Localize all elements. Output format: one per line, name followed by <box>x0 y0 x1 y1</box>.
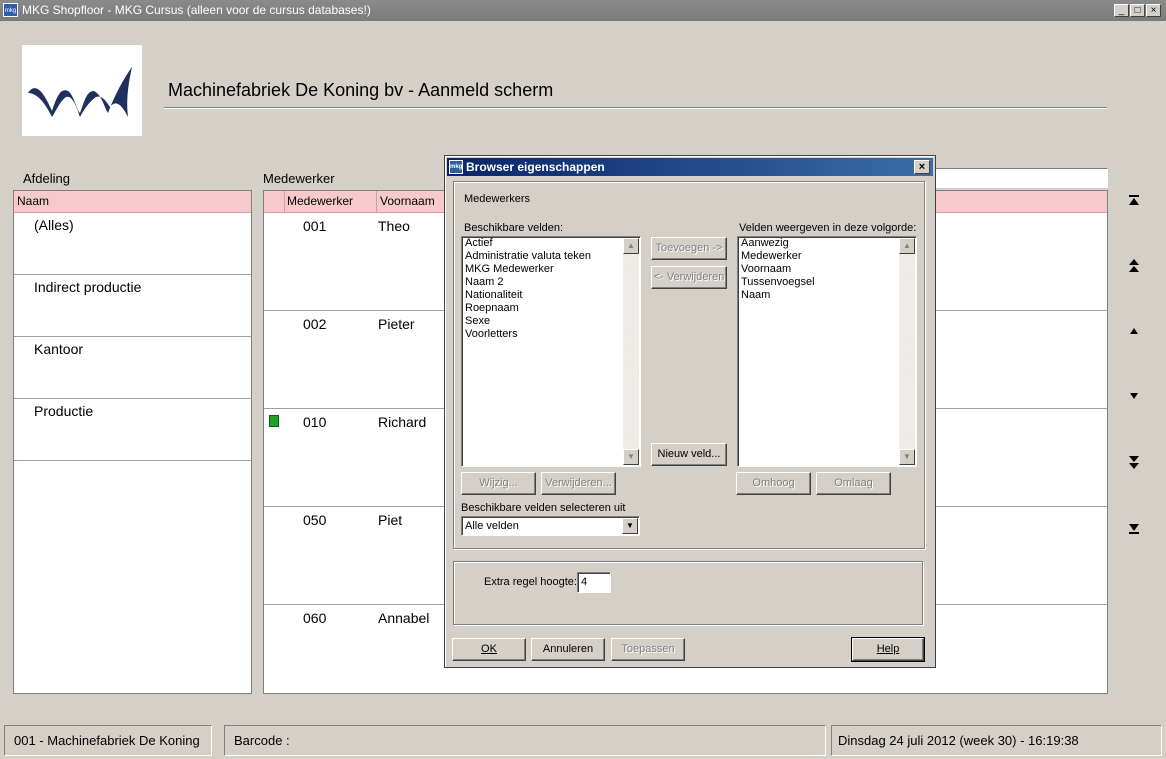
delete-field-button[interactable]: Verwijderen... <box>541 472 616 495</box>
remove-field-button[interactable]: <- Verwijderen <box>651 266 727 289</box>
select-value: Alle velden <box>465 520 519 532</box>
column-header-medewerker[interactable]: Medewerker <box>285 191 377 212</box>
vertical-scrollbar[interactable]: ▲ ▼ <box>899 238 915 465</box>
fields-source-select[interactable]: Alle velden ▼ <box>461 516 640 536</box>
status-datetime: Dinsdag 24 juli 2012 (week 30) - 16:19:3… <box>831 725 1162 756</box>
page-title: Machinefabriek De Koning bv - Aanmeld sc… <box>168 80 554 100</box>
status-company: 001 - Machinefabriek De Koning <box>4 725 212 756</box>
list-item[interactable]: Naam 2 <box>462 276 640 289</box>
medewerker-nummer: 060 <box>303 610 327 626</box>
dialog-title: Browser eigenschappen <box>466 160 605 174</box>
vertical-scrollbar[interactable]: ▲ ▼ <box>623 238 639 465</box>
list-item[interactable]: Nationaliteit <box>462 289 640 302</box>
row-up-icon[interactable] <box>1125 326 1143 337</box>
afdeling-name: Indirect productie <box>34 279 142 295</box>
dialog-app-icon: mkg <box>449 160 463 174</box>
available-fields-list[interactable]: Actief Administratie valuta teken MKG Me… <box>461 236 641 467</box>
medewerker-voornaam: Pieter <box>378 316 415 332</box>
maximize-button[interactable]: □ <box>1130 4 1145 17</box>
page-up-icon[interactable] <box>1125 258 1143 275</box>
browser-properties-dialog[interactable]: mkg Browser eigenschappen × Medewerkers … <box>444 155 936 668</box>
row-down-icon[interactable] <box>1125 391 1143 402</box>
medewerker-label: Medewerker <box>263 171 335 186</box>
list-item[interactable]: Aanwezig <box>738 237 916 250</box>
display-fields-label: Velden weergeven in deze volgorde: <box>739 222 917 234</box>
add-field-button[interactable]: Toevoegen -> <box>651 237 727 260</box>
afdeling-row[interactable]: Kantoor <box>14 337 251 399</box>
scroll-up-icon[interactable]: ▲ <box>623 238 639 254</box>
company-logo <box>22 45 142 136</box>
new-field-button[interactable]: Nieuw veld... <box>651 443 727 466</box>
afdeling-name: Kantoor <box>34 341 84 357</box>
header-divider <box>164 107 1107 109</box>
medewerker-voornaam: Richard <box>378 414 427 430</box>
list-item[interactable]: Tussenvoegsel <box>738 276 916 289</box>
close-button[interactable]: × <box>1146 4 1161 17</box>
search-input[interactable] <box>930 168 1108 188</box>
medewerker-nummer: 002 <box>303 316 327 332</box>
group-title: Medewerkers <box>464 193 531 205</box>
window-title-bar[interactable]: mkg MKG Shopfloor - MKG Cursus (alleen v… <box>0 0 1166 21</box>
afdeling-name: (Alles) <box>34 217 74 233</box>
afdeling-row[interactable]: Productie <box>14 399 251 461</box>
afdeling-row[interactable]: (Alles) <box>14 213 251 275</box>
page-down-icon[interactable] <box>1125 455 1143 472</box>
dialog-close-button[interactable]: × <box>914 160 930 174</box>
extra-row-height-label: Extra regel hoogte: <box>484 576 577 588</box>
cancel-button[interactable]: Annuleren <box>531 638 605 661</box>
list-item[interactable]: Medewerker <box>738 250 916 263</box>
select-fields-label: Beschikbare velden selecteren uit <box>461 502 626 514</box>
list-item[interactable]: Sexe <box>462 315 640 328</box>
afdeling-name: Productie <box>34 403 94 419</box>
apply-button[interactable]: Toepassen <box>611 638 685 661</box>
move-down-button[interactable]: Omlaag <box>816 472 891 495</box>
dialog-title-bar[interactable]: mkg Browser eigenschappen × <box>447 158 933 176</box>
medewerker-voornaam: Theo <box>378 218 410 234</box>
list-item[interactable]: Naam <box>738 289 916 302</box>
present-indicator-icon <box>269 415 279 427</box>
scroll-down-icon[interactable]: ▼ <box>899 449 915 465</box>
available-fields-label: Beschikbare velden: <box>464 222 564 234</box>
move-up-button[interactable]: Omhoog <box>736 472 811 495</box>
extra-row-height-input[interactable]: 4 <box>577 572 611 593</box>
barcode-field[interactable]: Barcode : <box>224 725 826 756</box>
medewerker-voornaam: Annabel <box>378 610 430 626</box>
afdeling-row[interactable]: Indirect productie <box>14 275 251 337</box>
ok-button[interactable]: OK <box>452 638 526 661</box>
dropdown-arrow-icon[interactable]: ▼ <box>622 518 638 534</box>
scroll-up-icon[interactable]: ▲ <box>899 238 915 254</box>
afdeling-column-header[interactable]: Naam <box>14 191 251 213</box>
last-page-icon[interactable] <box>1125 523 1143 536</box>
list-item[interactable]: Voorletters <box>462 328 640 341</box>
list-item[interactable]: Actief <box>462 237 640 250</box>
app-icon: mkg <box>3 3 18 17</box>
row-height-group <box>453 561 923 625</box>
medewerker-voornaam: Piet <box>378 512 403 528</box>
minimize-button[interactable]: _ <box>1114 4 1129 17</box>
list-item[interactable]: Voornaam <box>738 263 916 276</box>
medewerker-nummer: 001 <box>303 218 327 234</box>
status-column-header[interactable] <box>264 191 285 212</box>
afdeling-label: Afdeling <box>23 171 70 186</box>
medewerker-nummer: 050 <box>303 512 327 528</box>
help-button[interactable]: Help <box>851 637 925 662</box>
window-title: MKG Shopfloor - MKG Cursus (alleen voor … <box>22 3 371 17</box>
medewerker-nummer: 010 <box>303 414 327 430</box>
list-item[interactable]: Roepnaam <box>462 302 640 315</box>
scroll-down-icon[interactable]: ▼ <box>623 449 639 465</box>
display-fields-list[interactable]: Aanwezig Medewerker Voornaam Tussenvoegs… <box>737 236 917 467</box>
edit-field-button[interactable]: Wijzig... <box>461 472 536 495</box>
help-label: Help <box>876 643 900 655</box>
first-page-icon[interactable] <box>1125 194 1143 207</box>
afdeling-list[interactable]: Naam (Alles) Indirect productie Kantoor … <box>13 190 252 694</box>
list-item[interactable]: MKG Medewerker <box>462 263 640 276</box>
ok-label: OK <box>481 643 497 655</box>
list-item[interactable]: Administratie valuta teken <box>462 250 640 263</box>
